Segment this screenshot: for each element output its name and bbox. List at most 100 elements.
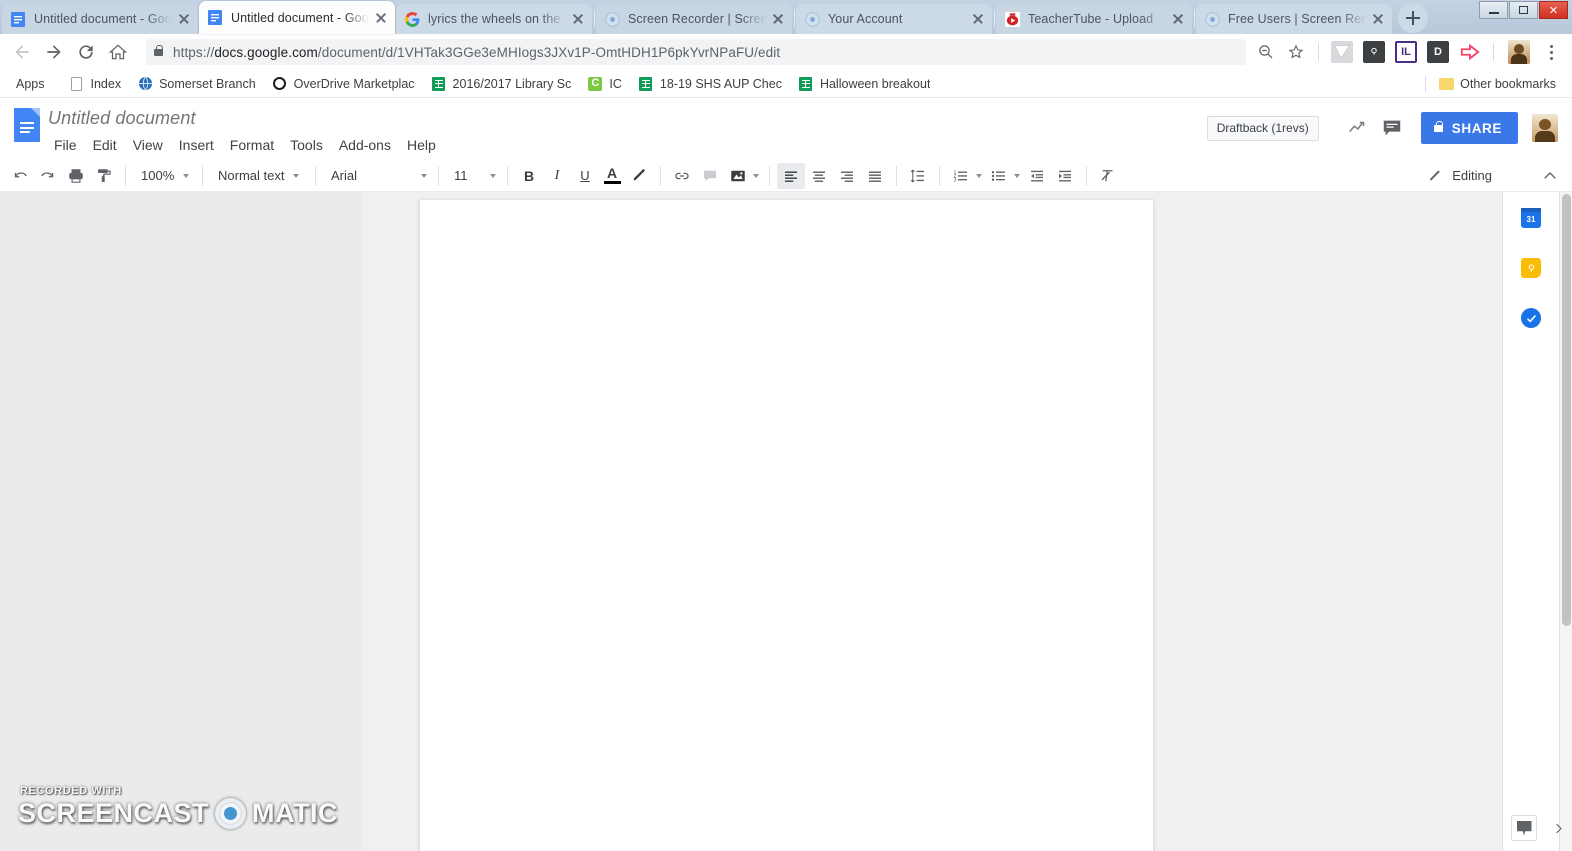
google-docs-logo[interactable] [8, 106, 46, 152]
bookmark-item-overdrive-marketplace[interactable]: OverDrive Marketplac [272, 76, 415, 92]
comment-icon[interactable] [1375, 113, 1409, 143]
decrease-indent-icon[interactable] [1023, 163, 1051, 189]
explore-button[interactable] [1511, 815, 1537, 841]
bulleted-list-icon[interactable] [985, 163, 1013, 189]
menu-help[interactable]: Help [399, 133, 444, 157]
align-left-icon[interactable] [777, 162, 805, 189]
menu-edit[interactable]: Edit [85, 133, 125, 157]
close-icon[interactable] [970, 11, 986, 27]
align-center-icon[interactable] [805, 163, 833, 189]
increase-indent-icon[interactable] [1051, 163, 1079, 189]
close-icon[interactable] [1170, 11, 1186, 27]
close-icon[interactable] [770, 11, 786, 27]
scrollbar-thumb[interactable] [1562, 194, 1571, 626]
bold-button[interactable]: B [515, 163, 543, 189]
il-extension-icon[interactable]: IL [1395, 41, 1417, 63]
redo-icon[interactable] [34, 163, 62, 189]
forward-button[interactable] [40, 38, 68, 66]
profile-avatar[interactable] [1508, 40, 1530, 64]
browser-tab[interactable]: lyrics the wheels on the b [396, 4, 592, 34]
bookmark-apps[interactable]: Apps [16, 77, 45, 91]
document-text-body[interactable] [420, 200, 1153, 760]
font-family-dropdown[interactable]: Arial [323, 163, 431, 189]
align-right-icon[interactable] [833, 163, 861, 189]
restore-button[interactable] [1509, 1, 1538, 19]
bookmark-item-index[interactable]: Index [69, 76, 121, 92]
insert-image-icon[interactable] [724, 163, 752, 189]
google-keep-icon[interactable] [1521, 258, 1541, 278]
browser-tab[interactable]: TeacherTube - Upload [996, 4, 1192, 34]
kebab-menu-icon[interactable] [1538, 39, 1564, 65]
browser-tab[interactable]: Screen Recorder | Screen [596, 4, 792, 34]
google-tasks-icon[interactable] [1521, 308, 1541, 328]
ic-icon: C [587, 76, 603, 92]
chevron-up-icon[interactable] [1536, 163, 1564, 189]
document-page[interactable] [419, 200, 1153, 851]
pink-arrow-extension-icon[interactable] [1459, 41, 1481, 63]
back-button[interactable] [8, 38, 36, 66]
bookmark-item-somerset-branch[interactable]: Somerset Branch [137, 76, 256, 92]
trending-line-icon[interactable] [1341, 113, 1375, 143]
browser-tab[interactable]: Free Users | Screen Reco [1196, 4, 1392, 34]
zoom-out-icon[interactable] [1252, 38, 1280, 66]
text-color-button[interactable]: A [599, 163, 625, 189]
minimize-button[interactable] [1479, 1, 1508, 19]
share-button[interactable]: SHARE [1420, 112, 1518, 144]
google-calendar-icon[interactable]: 31 [1521, 208, 1541, 228]
workspace-bottom-actions [1502, 805, 1572, 851]
grammarly-extension-icon[interactable] [1331, 41, 1353, 63]
menu-tools[interactable]: Tools [282, 133, 331, 157]
line-spacing-icon[interactable] [904, 163, 932, 189]
chevron-right-icon[interactable] [1551, 821, 1566, 836]
star-icon[interactable] [1282, 38, 1310, 66]
insert-link-icon[interactable] [668, 163, 696, 189]
add-comment-icon[interactable] [696, 163, 724, 189]
paint-format-icon[interactable] [90, 163, 118, 189]
print-icon[interactable] [62, 163, 90, 189]
browser-tab[interactable]: Your Account [796, 4, 992, 34]
highlight-pen-icon[interactable] [625, 163, 653, 189]
paragraph-style-dropdown[interactable]: Normal text [210, 163, 308, 189]
close-icon[interactable] [570, 11, 586, 27]
close-icon[interactable] [1370, 11, 1386, 27]
docs-title-and-menu: Untitled document File Edit View Insert … [46, 106, 444, 157]
font-size-dropdown[interactable]: 11 [446, 163, 500, 189]
align-justify-icon[interactable] [861, 163, 889, 189]
chevron-down-icon[interactable] [976, 173, 982, 178]
address-bar[interactable]: https://docs.google.com/document/d/1VHTa… [146, 39, 1246, 65]
menu-file[interactable]: File [46, 133, 85, 157]
document-title[interactable]: Untitled document [46, 108, 444, 129]
close-button[interactable]: ✕ [1539, 1, 1568, 19]
vertical-scrollbar[interactable] [1559, 192, 1572, 851]
chevron-down-icon[interactable] [753, 173, 759, 178]
menu-view[interactable]: View [125, 133, 171, 157]
close-icon[interactable] [176, 11, 192, 27]
italic-button[interactable]: I [543, 163, 571, 189]
numbered-list-icon[interactable]: 123 [947, 163, 975, 189]
bookmark-other-bookmarks[interactable]: Other bookmarks [1438, 76, 1556, 92]
keep-extension-icon[interactable] [1363, 41, 1385, 63]
undo-icon[interactable] [6, 163, 34, 189]
close-icon[interactable] [373, 10, 389, 26]
chevron-down-icon[interactable] [1014, 173, 1020, 178]
editing-mode-button[interactable]: Editing [1423, 167, 1524, 184]
draftback-button[interactable]: Draftback (1revs) [1206, 115, 1319, 141]
reload-button[interactable] [72, 38, 100, 66]
underline-button[interactable]: U [571, 163, 599, 189]
new-tab-button[interactable] [1398, 3, 1428, 33]
bookmark-item-shs-aup-check[interactable]: 18-19 SHS AUP Chec [638, 76, 782, 92]
bookmark-item-ic[interactable]: C IC [587, 76, 622, 92]
d-extension-icon[interactable]: D [1427, 41, 1449, 63]
clear-formatting-icon[interactable] [1094, 163, 1122, 189]
home-button[interactable] [104, 38, 132, 66]
bookmark-item-library-schedule[interactable]: 2016/2017 Library Sc [431, 76, 571, 92]
bookmark-item-halloween-breakout[interactable]: Halloween breakout [798, 76, 930, 92]
browser-tab-active[interactable]: Untitled document - Goo [199, 1, 395, 34]
browser-tab[interactable]: Untitled document - Goo [2, 4, 198, 34]
menu-format[interactable]: Format [222, 133, 282, 157]
avatar[interactable] [1532, 114, 1558, 142]
menu-add-ons[interactable]: Add-ons [331, 133, 399, 157]
menu-insert[interactable]: Insert [171, 133, 222, 157]
document-workspace[interactable]: 31 RECORDED WITH SCREENCAST MATIC [0, 192, 1572, 851]
zoom-dropdown[interactable]: 100% [133, 163, 195, 189]
